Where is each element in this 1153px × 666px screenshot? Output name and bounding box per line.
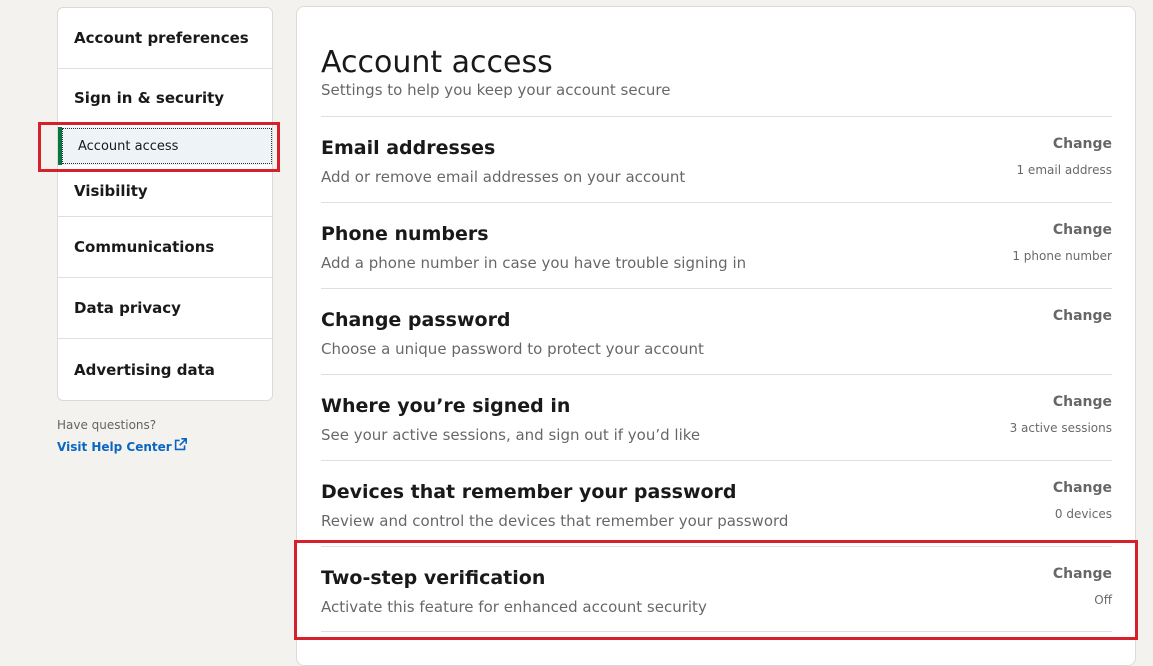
setting-row-devices[interactable]: Devices that remember your password Revi…	[321, 460, 1112, 546]
setting-title: Phone numbers	[321, 223, 489, 245]
setting-row-sessions[interactable]: Where you’re signed in See your active s…	[321, 374, 1112, 460]
setting-row-phone[interactable]: Phone numbers Add a phone number in case…	[321, 202, 1112, 288]
setting-status: 0 devices	[1054, 507, 1112, 521]
setting-description: Choose a unique password to protect your…	[321, 340, 704, 358]
setting-status: 1 email address	[1016, 163, 1112, 177]
page-title: Account access	[321, 45, 553, 80]
setting-title: Where you’re signed in	[321, 395, 571, 417]
nav-account-access-label: Account access	[78, 138, 179, 154]
external-link-icon	[174, 438, 187, 451]
nav-account-preferences[interactable]: Account preferences	[58, 8, 272, 69]
setting-description: Add or remove email addresses on your ac…	[321, 168, 686, 186]
setting-row-email[interactable]: Email addresses Add or remove email addr…	[321, 116, 1112, 202]
settings-list: Email addresses Add or remove email addr…	[321, 116, 1112, 632]
nav-data-privacy[interactable]: Data privacy	[58, 278, 272, 339]
setting-description: Review and control the devices that reme…	[321, 512, 789, 530]
settings-sidebar: Account preferences Sign in & security A…	[57, 7, 273, 455]
help-question: Have questions?	[57, 418, 157, 432]
account-access-panel: Account access Settings to help you keep…	[296, 6, 1136, 666]
setting-title: Two-step verification	[321, 567, 546, 589]
change-button[interactable]: Change	[1053, 566, 1112, 582]
nav-sign-in-security[interactable]: Sign in & security	[58, 69, 272, 127]
nav-advertising-data[interactable]: Advertising data	[58, 339, 272, 400]
change-button[interactable]: Change	[1053, 222, 1112, 238]
settings-nav: Account preferences Sign in & security A…	[57, 7, 273, 401]
setting-description: Activate this feature for enhanced accou…	[321, 598, 707, 616]
change-button[interactable]: Change	[1053, 480, 1112, 496]
nav-communications[interactable]: Communications	[58, 217, 272, 278]
help-center-link-label: Visit Help Center	[57, 440, 172, 454]
setting-description: See your active sessions, and sign out i…	[321, 426, 701, 444]
change-button[interactable]: Change	[1053, 308, 1112, 324]
setting-status: Off	[1094, 593, 1112, 607]
setting-row-two-step[interactable]: Two-step verification Activate this feat…	[321, 546, 1112, 632]
setting-title: Email addresses	[321, 137, 496, 159]
page-subtitle: Settings to help you keep your account s…	[321, 81, 671, 99]
setting-title: Devices that remember your password	[321, 481, 737, 503]
nav-account-access[interactable]: Account access	[58, 127, 272, 165]
nav-visibility[interactable]: Visibility	[58, 165, 272, 217]
change-button[interactable]: Change	[1053, 136, 1112, 152]
setting-title: Change password	[321, 309, 511, 331]
change-button[interactable]: Change	[1053, 394, 1112, 410]
setting-status: 1 phone number	[1012, 249, 1112, 263]
setting-row-password[interactable]: Change password Choose a unique password…	[321, 288, 1112, 374]
setting-status: 3 active sessions	[1009, 421, 1112, 435]
help-center-link[interactable]: Visit Help Center	[57, 438, 187, 454]
setting-description: Add a phone number in case you have trou…	[321, 254, 747, 272]
